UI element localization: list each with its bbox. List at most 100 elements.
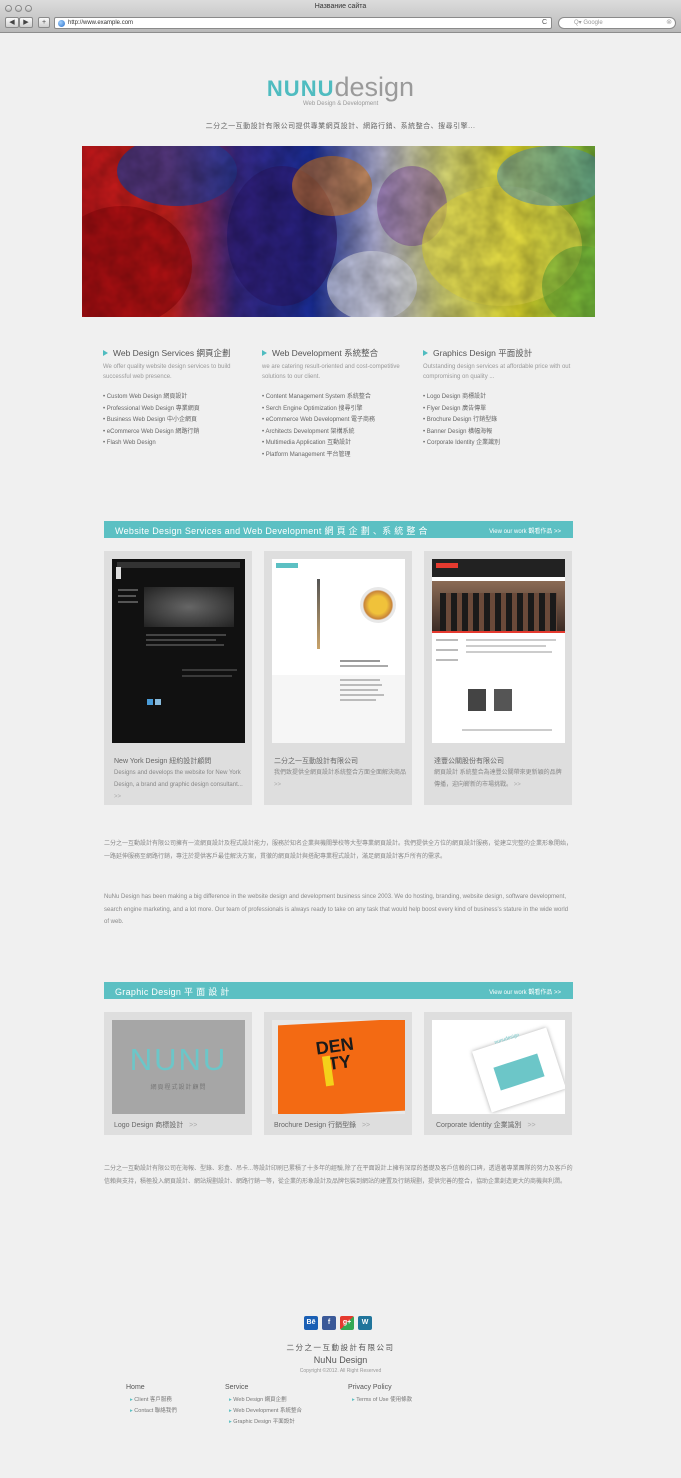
footer-link[interactable]: Terms of Use 使用條款 bbox=[352, 1395, 412, 1406]
card-title-text: Logo Design 商標設計 bbox=[114, 1122, 184, 1129]
portfolio-thumbnail[interactable] bbox=[272, 559, 405, 743]
card-title: 達豐公關股份有限公司 bbox=[434, 758, 504, 765]
graphic-section-title: Graphic Design 平 面 設 計 bbox=[115, 987, 230, 997]
about-text-en: NuNu Design has been making a big differ… bbox=[104, 894, 569, 925]
arrow-icon bbox=[103, 350, 108, 356]
site-logo[interactable]: NUNUdesign bbox=[0, 72, 681, 103]
portfolio-thumbnail[interactable] bbox=[112, 559, 245, 743]
graphic-card-brochure[interactable]: DEN ITY Brochure Design 行銷型錄 >> bbox=[264, 1012, 412, 1135]
facebook-icon[interactable]: f bbox=[322, 1316, 336, 1330]
portfolio-card-dafeng[interactable]: 達豐公關股份有限公司 網頁設計 系統整合為達豐公關帶來更新穎的品牌傳播，迎向嶄新… bbox=[424, 551, 572, 805]
list-item[interactable]: Business Web Design 中小企網頁 bbox=[103, 415, 263, 427]
list-item[interactable]: Custom Web Design 網頁設計 bbox=[103, 392, 263, 404]
footer-links: Web Design 網頁企劃 Web Development 系統整合 Gra… bbox=[229, 1395, 302, 1428]
card-title-text: Corporate Identity 企業識別 bbox=[436, 1122, 522, 1129]
graphic-thumbnail[interactable]: NUNU 網頁程式設計顧問 bbox=[112, 1020, 245, 1114]
search-placeholder: Q▾ Google bbox=[574, 20, 603, 26]
service-title-graphics-design[interactable]: Graphics Design 平面設計 bbox=[423, 347, 583, 359]
footer-link[interactable]: Graphic Design 平面設計 bbox=[229, 1417, 302, 1428]
list-item[interactable]: Flash Web Design bbox=[103, 438, 263, 450]
footer-column-home: Home Client 客戶服務 Contact 聯絡我們 bbox=[126, 1384, 177, 1417]
card-desc: Designs and develops the website for New… bbox=[114, 767, 246, 803]
service-title-web-design[interactable]: Web Design Services 網頁企劃 bbox=[103, 347, 263, 359]
browser-chrome: Название сайта ◀ ▶ + http://www.example.… bbox=[0, 0, 681, 33]
web-view-work-link[interactable]: View our work 觀看作品 >> bbox=[489, 526, 561, 535]
back-button[interactable]: ◀ bbox=[5, 17, 19, 28]
list-item[interactable]: Architects Development 架構系統 bbox=[262, 427, 422, 439]
footer-link[interactable]: Contact 聯絡我們 bbox=[130, 1406, 176, 1417]
list-item[interactable]: Brochure Design 行銷型錄 bbox=[423, 415, 583, 427]
card-more-link[interactable]: >> bbox=[274, 782, 281, 788]
logo-part1: NUNU bbox=[266, 76, 335, 101]
search-input[interactable]: Q▾ Google ⊗ bbox=[558, 17, 676, 29]
footer-links: Client 客戶服務 Contact 聯絡我們 bbox=[130, 1395, 177, 1417]
service-title-web-development[interactable]: Web Development 系統整合 bbox=[262, 347, 422, 359]
graphic-card-identity[interactable]: nunudesign Corporate Identity 企業識別 >> bbox=[424, 1012, 572, 1135]
reload-icon[interactable]: C bbox=[542, 18, 547, 28]
service-title-label: Web Design Services 網頁企劃 bbox=[113, 348, 231, 358]
list-item[interactable]: eCommerce Web Development 電子商務 bbox=[262, 415, 422, 427]
list-item[interactable]: Banner Design 橫幅海報 bbox=[423, 427, 583, 439]
thumbnail-logo-subtext: 網頁程式設計顧問 bbox=[150, 1085, 207, 1091]
footer-heading[interactable]: Privacy Policy bbox=[348, 1384, 412, 1391]
graphic-view-work-link[interactable]: View our work 觀看作品 >> bbox=[489, 987, 561, 996]
list-item[interactable]: eCommerce Web Design 網路行銷 bbox=[103, 427, 263, 439]
add-bookmark-button[interactable]: + bbox=[38, 17, 50, 28]
card-title: Brochure Design 行銷型錄 >> bbox=[274, 1120, 370, 1130]
graphic-thumbnail[interactable]: DEN ITY bbox=[272, 1020, 405, 1114]
arrow-icon bbox=[262, 350, 267, 356]
list-item[interactable]: Content Management System 系統整合 bbox=[262, 392, 422, 404]
footer-heading[interactable]: Service bbox=[225, 1384, 302, 1391]
card-more-link[interactable]: >> bbox=[514, 782, 521, 788]
list-item[interactable]: Platform Management 平台管理 bbox=[262, 450, 422, 462]
portfolio-card-new-york[interactable]: New York Design 紐約設計顧問 Designs and devel… bbox=[104, 551, 252, 805]
card-title: Logo Design 商標設計 >> bbox=[114, 1120, 197, 1130]
portfolio-thumbnail[interactable] bbox=[432, 559, 565, 743]
card-title: Corporate Identity 企業識別 >> bbox=[436, 1120, 536, 1130]
arrow-icon bbox=[423, 350, 428, 356]
card-more-link[interactable]: >> bbox=[362, 1122, 370, 1129]
card-desc: 我們致提供全網頁設計系統整合方面全面解決商品 >> bbox=[274, 767, 406, 791]
card-title: New York Design 紐約設計顧問 bbox=[114, 758, 212, 765]
globe-icon bbox=[58, 20, 65, 27]
portfolio-card-nunu[interactable]: 二分之一互動設計有限公司 我們致提供全網頁設計系統整合方面全面解決商品 >> bbox=[264, 551, 412, 805]
url-text: http://www.example.com bbox=[68, 20, 134, 26]
card-more-link[interactable]: >> bbox=[114, 794, 121, 800]
footer-company-en: NuNu Design bbox=[313, 1355, 368, 1365]
graphic-thumbnail[interactable]: nunudesign bbox=[432, 1020, 565, 1114]
footer-company-zh: 二分之一互動設計有限公司 bbox=[286, 1343, 395, 1352]
list-item[interactable]: Corporate Identity 企業識別 bbox=[423, 438, 583, 450]
list-item[interactable]: Logo Design 商標設計 bbox=[423, 392, 583, 404]
wordpress-icon[interactable]: W bbox=[358, 1316, 372, 1330]
footer-heading[interactable]: Home bbox=[126, 1384, 177, 1391]
list-item[interactable]: Multimedia Application 互動設計 bbox=[262, 438, 422, 450]
service-column-web-development: Web Development 系統整合 we are catering res… bbox=[262, 347, 422, 461]
card-desc: 網頁設計 系統整合為達豐公關帶來更新穎的品牌傳播，迎向嶄新的市場挑戰。 >> bbox=[434, 767, 566, 791]
footer-column-service: Service Web Design 網頁企劃 Web Development … bbox=[225, 1384, 302, 1428]
service-title-label: Graphics Design 平面設計 bbox=[433, 348, 533, 358]
service-column-graphics-design: Graphics Design 平面設計 Outstanding design … bbox=[423, 347, 583, 450]
footer-link[interactable]: Client 客戶服務 bbox=[130, 1395, 177, 1406]
service-list: Custom Web Design 網頁設計 Professional Web … bbox=[103, 392, 263, 450]
card-more-link[interactable]: >> bbox=[527, 1122, 535, 1129]
card-title-text: Brochure Design 行銷型錄 bbox=[274, 1122, 357, 1129]
google-plus-icon[interactable]: g+ bbox=[340, 1316, 354, 1330]
graphic-card-logo[interactable]: NUNU 網頁程式設計顧問 Logo Design 商標設計 >> bbox=[104, 1012, 252, 1135]
logo-part2: design bbox=[334, 72, 415, 102]
behance-icon[interactable]: Bē bbox=[304, 1316, 318, 1330]
list-item[interactable]: Flyer Design 廣告傳單 bbox=[423, 404, 583, 416]
service-desc: Outstanding design services at affordabl… bbox=[423, 364, 571, 380]
address-bar[interactable]: http://www.example.com C bbox=[54, 17, 552, 29]
list-item[interactable]: Serch Engine Optimization 搜尋引擎 bbox=[262, 404, 422, 416]
thumbnail-logo-text: NUNU bbox=[129, 1042, 228, 1077]
logo-subtitle: Web Design & Development bbox=[303, 101, 379, 107]
service-desc: We offer quality website design services… bbox=[103, 364, 231, 380]
card-desc-text: 我們致提供全網頁設計系統整合方面全面解決商品 bbox=[274, 770, 407, 776]
card-desc-text: 網頁設計 系統整合為達豐公關帶來更新穎的品牌傳播，迎向嶄新的市場挑戰。 bbox=[434, 770, 562, 788]
forward-button[interactable]: ▶ bbox=[19, 17, 33, 28]
list-item[interactable]: Professional Web Design 專業網頁 bbox=[103, 404, 263, 416]
clear-search-icon[interactable]: ⊗ bbox=[666, 18, 672, 28]
footer-link[interactable]: Web Design 網頁企劃 bbox=[229, 1395, 302, 1406]
card-more-link[interactable]: >> bbox=[189, 1122, 197, 1129]
footer-link[interactable]: Web Development 系統整合 bbox=[229, 1406, 302, 1417]
